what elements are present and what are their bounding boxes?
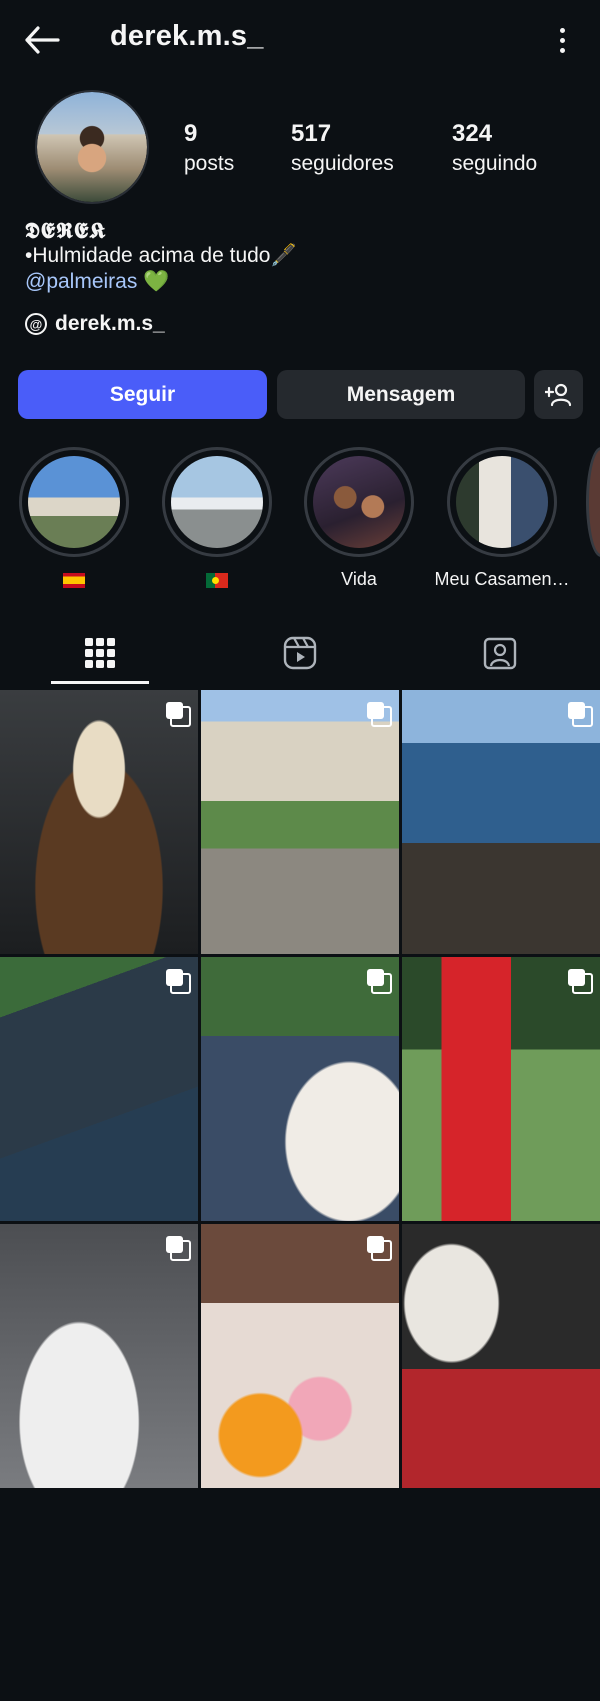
post-thumbnail[interactable]	[201, 957, 399, 1221]
carousel-icon	[166, 702, 191, 727]
carousel-icon	[367, 1236, 392, 1261]
carousel-icon	[568, 702, 593, 727]
post-thumbnail[interactable]	[402, 1224, 600, 1488]
tab-reels[interactable]	[250, 620, 350, 686]
highlight-cover-image	[313, 456, 405, 548]
stat-following[interactable]: 324 seguindo	[452, 120, 537, 176]
highlight-casamento[interactable]: Meu Casamen…	[432, 447, 572, 590]
stat-following-label: seguindo	[452, 152, 538, 175]
stat-posts-label: posts	[184, 152, 235, 175]
reels-icon	[283, 636, 317, 670]
highlight-cover-image	[171, 456, 263, 548]
more-options-icon[interactable]	[552, 22, 572, 58]
post-thumbnail[interactable]	[0, 957, 198, 1221]
stat-followers-label: seguidores	[291, 152, 394, 175]
carousel-icon	[568, 969, 593, 994]
tagged-icon	[483, 637, 517, 670]
stat-following-count: 324	[452, 120, 493, 147]
stat-followers[interactable]: 517 seguidores	[291, 120, 394, 176]
post-thumbnail[interactable]	[0, 1224, 198, 1488]
carousel-icon	[367, 969, 392, 994]
bio-display-name: 𝕯𝕰𝕽𝕰𝕶	[25, 218, 107, 244]
avatar-image	[37, 92, 147, 202]
mention-text[interactable]: @palmeiras	[25, 270, 137, 293]
follow-button[interactable]: Seguir	[18, 370, 267, 419]
post-thumbnail[interactable]	[201, 1224, 399, 1488]
bio-text: •Hulmidade acima de tudo🖋️	[25, 244, 297, 267]
highlight-vida[interactable]: Vida	[303, 447, 415, 590]
carousel-icon	[367, 702, 392, 727]
top-bar: derek.m.s_	[0, 0, 600, 80]
stat-posts-count: 9	[184, 120, 198, 147]
threads-badge[interactable]: @ derek.m.s_	[25, 312, 165, 336]
portugal-flag-icon	[206, 572, 228, 588]
highlight-partial[interactable]	[586, 447, 600, 557]
carousel-icon	[166, 1236, 191, 1261]
add-person-icon	[544, 383, 571, 406]
post-thumbnail[interactable]	[0, 690, 198, 954]
highlight-label: Vida	[341, 569, 377, 589]
highlight-cover-image	[456, 456, 548, 548]
green-heart-emoji: 💚	[143, 270, 170, 293]
highlight-cover-image	[28, 456, 120, 548]
post-thumbnail[interactable]	[402, 957, 600, 1221]
highlight-spain[interactable]	[18, 447, 130, 590]
active-tab-indicator	[51, 681, 149, 684]
suggest-users-button[interactable]	[534, 370, 583, 419]
profile-avatar[interactable]	[35, 90, 149, 204]
post-thumbnail[interactable]	[201, 690, 399, 954]
post-thumbnail[interactable]	[402, 690, 600, 954]
threads-handle: derek.m.s_	[55, 312, 165, 335]
message-button[interactable]: Mensagem	[277, 370, 525, 419]
grid-icon	[85, 638, 115, 668]
carousel-icon	[166, 969, 191, 994]
stat-followers-count: 517	[291, 120, 332, 147]
tab-posts-grid[interactable]	[50, 620, 150, 686]
stat-posts[interactable]: 9 posts	[184, 120, 234, 176]
highlight-label: Meu Casamen…	[434, 569, 570, 589]
bio-mention-link[interactable]: @palmeiras 💚	[25, 270, 169, 294]
spain-flag-icon	[63, 572, 85, 588]
highlight-portugal[interactable]	[161, 447, 273, 590]
profile-username-title: derek.m.s_	[110, 20, 264, 52]
back-arrow-icon[interactable]	[22, 20, 62, 60]
tab-tagged[interactable]	[450, 620, 550, 686]
profile-tabs	[0, 620, 600, 686]
threads-icon: @	[25, 313, 47, 335]
